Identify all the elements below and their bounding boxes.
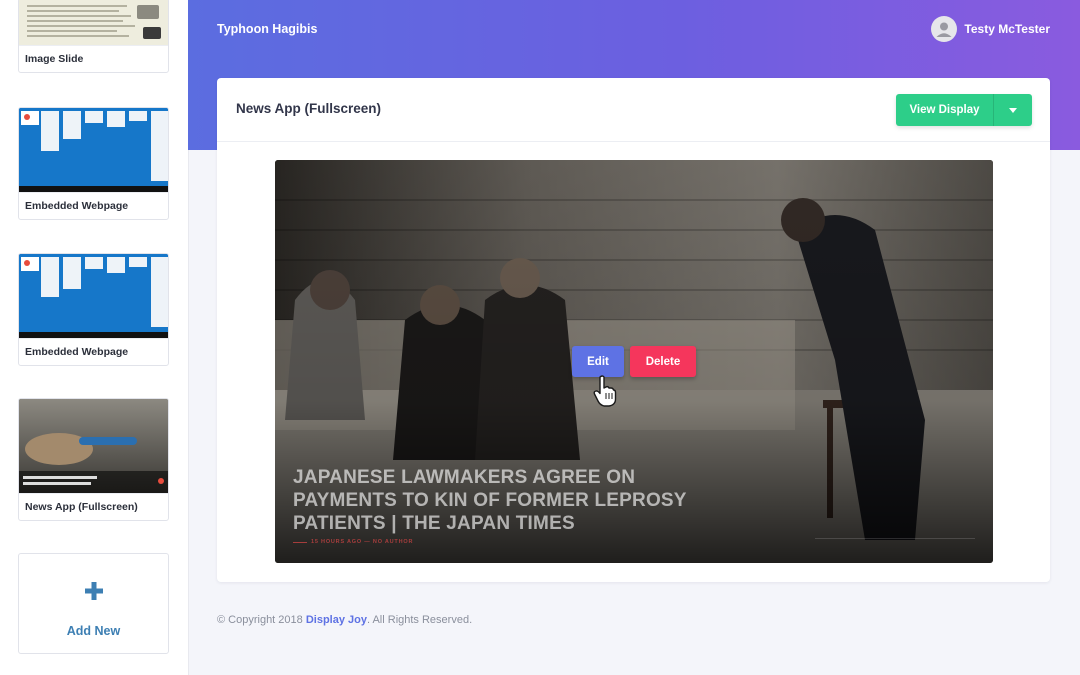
organization-name: Typhoon Hagibis <box>217 22 318 36</box>
slide-card-webpage[interactable]: Embedded Webpage <box>18 107 169 220</box>
display-card: News App (Fullscreen) View Display JAPAN… <box>217 78 1050 582</box>
view-display-label: View Display <box>909 104 980 116</box>
news-meta: 15 HOURS AGO — NO AUTHOR <box>293 539 413 545</box>
slide-thumbnail <box>19 399 168 493</box>
plus-icon <box>84 582 103 600</box>
footer-copyright: © Copyright 2018 <box>217 614 303 626</box>
hand-pointer-icon <box>593 375 617 407</box>
slide-thumbnail <box>19 254 168 338</box>
footer-brand-link[interactable]: Display Joy <box>306 614 367 626</box>
view-display-dropdown-toggle[interactable] <box>994 107 1032 113</box>
caret-down-icon <box>1009 107 1017 113</box>
view-display-button[interactable]: View Display <box>896 94 1032 126</box>
user-name: Testy McTester <box>964 22 1050 36</box>
footer-rights: . All Rights Reserved. <box>366 614 473 626</box>
news-headline: Japanese lawmakers agree on payments to … <box>293 467 687 534</box>
card-title: News App (Fullscreen) <box>236 101 382 116</box>
user-menu[interactable]: Testy McTester <box>931 16 1050 42</box>
slide-label: Embedded Webpage <box>19 338 168 365</box>
slide-preview: Japanese lawmakers agree on payments to … <box>275 160 993 563</box>
meta-line <box>293 541 307 543</box>
webpage-preview-icon <box>19 254 168 338</box>
slide-thumbnail <box>19 0 168 45</box>
slide-thumbnail <box>19 108 168 192</box>
slide-card-news[interactable]: News App (Fullscreen) <box>18 398 169 521</box>
divider-line <box>815 538 975 539</box>
delete-slide-button[interactable]: Delete <box>630 346 696 377</box>
image-slide-preview-icon <box>19 0 168 45</box>
edit-slide-button[interactable]: Edit <box>572 346 624 377</box>
user-avatar-icon <box>931 16 958 42</box>
add-new-label: Add New <box>66 624 121 638</box>
news-meta-text: 15 HOURS AGO — NO AUTHOR <box>311 539 414 545</box>
footer: © Copyright 2018 Display Joy. All Rights… <box>217 614 472 626</box>
slide-label: News App (Fullscreen) <box>19 493 168 520</box>
slide-sidebar: Image Slide Embedded Webpage Embedded We… <box>0 0 189 675</box>
slide-card-webpage[interactable]: Embedded Webpage <box>18 253 169 366</box>
slide-label: Image Slide <box>19 45 168 72</box>
slide-card-image[interactable]: Image Slide <box>18 0 169 73</box>
slide-label: Embedded Webpage <box>19 192 168 219</box>
add-new-slide-button[interactable]: Add New <box>18 553 169 654</box>
webpage-preview-icon <box>19 108 168 192</box>
card-divider <box>217 141 1050 142</box>
news-preview-icon <box>19 399 168 493</box>
